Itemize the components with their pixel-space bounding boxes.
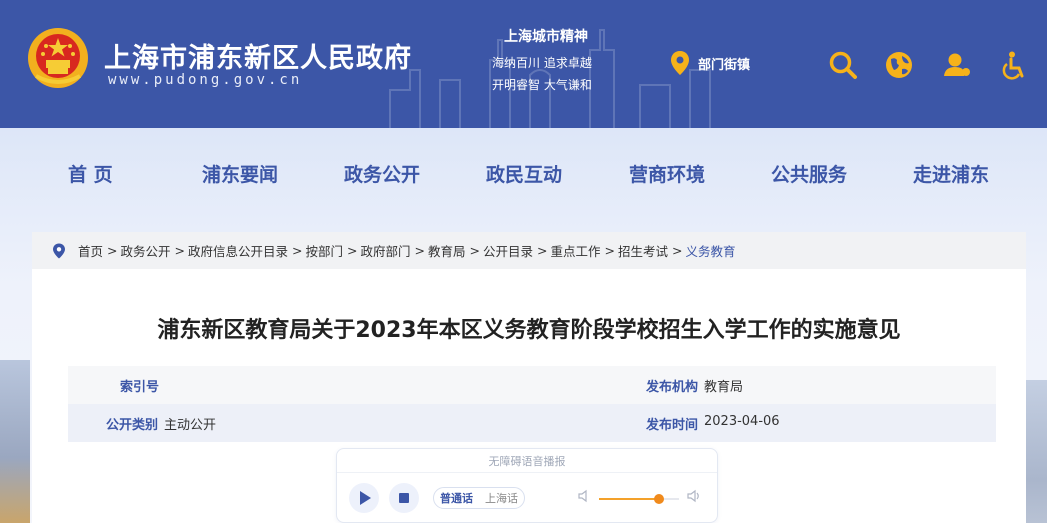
index-number-label: 索引号 (120, 379, 160, 395)
stop-button[interactable] (389, 483, 419, 513)
volume-low-icon[interactable] (577, 489, 591, 503)
nav-pudong-news[interactable]: 浦东要闻 (202, 160, 278, 187)
city-photo-left (0, 360, 30, 523)
publish-date-label: 发布时间 (646, 417, 699, 433)
nav-home[interactable]: 首 页 (68, 160, 113, 187)
site-header: 上海市浦东新区人民政府 www.pudong.gov.cn 上海城市精神 海纳百… (0, 0, 1047, 128)
breadcrumb-separator: > (414, 243, 425, 258)
play-icon (360, 491, 371, 505)
lang-shanghainese[interactable]: 上海话 (479, 488, 524, 508)
lang-mandarin[interactable]: 普通话 (434, 488, 479, 508)
nav-interaction[interactable]: 政民互动 (486, 160, 562, 187)
city-photo-right (1026, 380, 1047, 523)
volume-knob[interactable] (654, 494, 664, 504)
publisher-value: 教育局 (704, 379, 744, 395)
location-pin-icon (671, 51, 689, 75)
breadcrumb-separator: > (604, 243, 615, 258)
play-button[interactable] (349, 483, 379, 513)
breadcrumb-separator: > (107, 243, 118, 258)
department-town-label: 部门街镇 (698, 57, 751, 73)
breadcrumb-separator: > (469, 243, 480, 258)
breadcrumb-separator: > (537, 243, 548, 258)
location-pin-icon (53, 243, 65, 258)
stop-icon (399, 493, 409, 503)
search-icon[interactable] (828, 50, 858, 80)
city-spirit-line-1: 海纳百川 追求卓越 (492, 56, 592, 70)
category-label: 公开类别 (106, 417, 159, 433)
content-card: 首页 > 政务公开 > 政府信息公开目录 > 按部门 > 政府部门 > 教育局 … (32, 232, 1026, 523)
breadcrumb-item[interactable]: 重点工作 (551, 241, 601, 260)
main-nav: 首 页 浦东要闻 政务公开 政民互动 营商环境 公共服务 走进浦东 (0, 160, 1047, 196)
globe-icon[interactable] (884, 50, 914, 80)
breadcrumb-item[interactable]: 政府部门 (361, 241, 411, 260)
breadcrumb-current[interactable]: 义务教育 (686, 241, 736, 260)
category-value: 主动公开 (164, 417, 217, 433)
breadcrumb-item[interactable]: 公开目录 (483, 241, 533, 260)
meta-row-2: 公开类别 主动公开 发布时间 2023-04-06 (68, 404, 996, 442)
breadcrumb-item[interactable]: 按部门 (306, 241, 344, 260)
city-spirit-title: 上海城市精神 (504, 29, 588, 45)
city-spirit-line-2: 开明睿智 大气谦和 (492, 78, 592, 92)
language-switch: 普通话 上海话 (433, 487, 525, 509)
breadcrumb-item[interactable]: 招生考试 (618, 241, 668, 260)
breadcrumb-separator: > (672, 243, 683, 258)
audio-player: 无障碍语音播报 普通话 上海话 (336, 448, 718, 523)
breadcrumb-item[interactable]: 教育局 (428, 241, 466, 260)
national-emblem-icon[interactable] (26, 26, 90, 90)
volume-high-icon[interactable] (687, 489, 701, 503)
breadcrumb-separator: > (292, 243, 303, 258)
document-title: 浦东新区教育局关于2023年本区义务教育阶段学校招生入学工作的实施意见 (157, 318, 901, 343)
breadcrumb-separator: > (174, 243, 185, 258)
user-icon[interactable] (942, 50, 972, 80)
volume-fill (599, 498, 659, 500)
player-title: 无障碍语音播报 (337, 453, 717, 473)
publish-date-value: 2023-04-06 (704, 413, 780, 429)
breadcrumb-item[interactable]: 首页 (78, 241, 103, 260)
breadcrumb-separator: > (347, 243, 358, 258)
nav-business[interactable]: 营商环境 (629, 160, 705, 187)
accessibility-icon[interactable] (1000, 50, 1030, 80)
breadcrumb: 首页 > 政务公开 > 政府信息公开目录 > 按部门 > 政府部门 > 教育局 … (32, 232, 1026, 269)
department-town-button[interactable]: 部门街镇 (670, 50, 750, 76)
meta-row-1: 索引号 发布机构 教育局 (68, 366, 996, 404)
nav-about-pudong[interactable]: 走进浦东 (913, 160, 989, 187)
nav-public-service[interactable]: 公共服务 (771, 160, 847, 187)
breadcrumb-item[interactable]: 政务公开 (121, 241, 171, 260)
nav-gov-affairs[interactable]: 政务公开 (344, 160, 420, 187)
publisher-label: 发布机构 (646, 379, 699, 395)
volume-slider[interactable] (599, 494, 679, 504)
site-name[interactable]: 上海市浦东新区人民政府 (104, 36, 412, 75)
site-url: www.pudong.gov.cn (108, 72, 303, 88)
breadcrumb-item[interactable]: 政府信息公开目录 (188, 241, 288, 260)
